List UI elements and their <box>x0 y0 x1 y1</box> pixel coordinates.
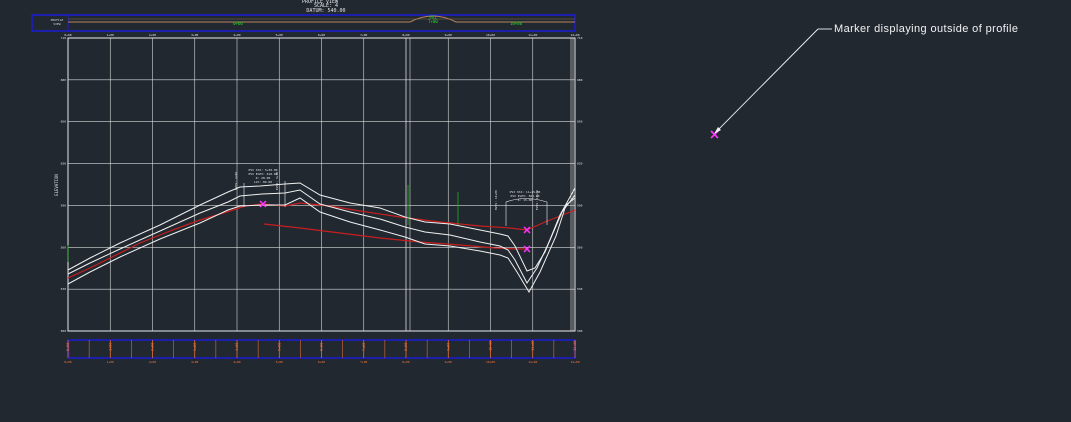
band-station-label: 12+00 <box>573 340 577 351</box>
station-label-bottom: 10+00 <box>486 360 495 364</box>
elevation-label-right: 620 <box>577 162 583 166</box>
callout-leader <box>714 28 832 134</box>
station-marker-lines <box>67 185 459 262</box>
svg-text:BVCS: 2+90: BVCS: 2+90 <box>234 172 238 190</box>
svg-text:10+80: 10+80 <box>510 21 523 26</box>
top-plan-band: PROFILE VIEW 0+60 PVI 7+00 10+80 <box>31 14 576 32</box>
band-station-label: 9+00 <box>446 343 450 351</box>
elevation-label-left: 530 <box>61 287 67 291</box>
elevation-label-right: 680 <box>577 78 583 82</box>
band-station-label: 1+00 <box>108 343 112 351</box>
station-label-bottom: 7+00 <box>360 360 367 364</box>
station-label-top: 2+00 <box>149 33 156 37</box>
station-label-top: 9+00 <box>445 33 452 37</box>
elevation-label-right: 650 <box>577 120 583 124</box>
station-label-top: 8+00 <box>402 33 409 37</box>
elevation-label-right: 710 <box>577 36 583 40</box>
datum-label: DATUM: 540.00 <box>306 8 345 14</box>
station-label-bottom: 4+00 <box>233 360 240 364</box>
elevation-label-left: 710 <box>61 36 67 40</box>
svg-text:VIEW: VIEW <box>53 22 60 26</box>
y-axis-label: ELEVATION <box>54 174 59 196</box>
band-station-label: 11+00 <box>531 340 535 351</box>
station-label-bottom: 1+00 <box>107 360 114 364</box>
station-label-bottom: 5+00 <box>276 360 283 364</box>
elevation-label-right: 530 <box>577 287 583 291</box>
svg-text:0+60: 0+60 <box>233 21 243 26</box>
station-label-top: 3+00 <box>191 33 198 37</box>
bottom-station-band: 0+00 0+00 1+00 1+00 2+00 2+00 3+00 3+00 4+00 4+00… <box>64 339 580 364</box>
svg-text:7+00: 7+00 <box>428 19 438 24</box>
band-station-label: 7+00 <box>362 343 366 351</box>
svg-text:EVCS: 3+70: EVCS: 3+70 <box>275 172 279 190</box>
elevation-label-left: 680 <box>61 78 67 82</box>
band-station-label: 8+00 <box>404 343 408 351</box>
station-label-bottom: 12+00 <box>570 360 579 364</box>
band-station-label: 4+00 <box>235 343 239 351</box>
station-ticks-top: 0+00 1+00 2+00 3+00 4+00 5+00 6+00 7+00 8+00 9+00… <box>64 33 579 37</box>
station-label-bottom: 9+00 <box>445 360 452 364</box>
band-station-label: 0+00 <box>66 343 70 351</box>
svg-text:LVC: 80.00: LVC: 80.00 <box>254 180 272 184</box>
pvi-labels-right: PVI STA: 11+25.00 PVI ELEV: 565.00 K: 15… <box>494 190 548 226</box>
station-label-bottom: 6+00 <box>318 360 325 364</box>
station-label-top: 4+00 <box>233 33 240 37</box>
elevation-label-right: 590 <box>577 203 583 207</box>
band-station-label: 10+00 <box>489 340 493 351</box>
station-label-bottom: 3+00 <box>191 360 198 364</box>
profile-grid <box>67 37 576 332</box>
elevation-label-left: 620 <box>61 162 67 166</box>
elevation-label-left: 560 <box>61 245 67 249</box>
band-station-label: 6+00 <box>320 343 324 351</box>
elevation-label-right: 500 <box>577 329 583 333</box>
station-label-top: 5+00 <box>276 33 283 37</box>
station-label-top: 1+00 <box>107 33 114 37</box>
profile-drawing[interactable]: PROFILE VIEW SCALE: 4 DATUM: 540.00 PROF… <box>0 0 1071 418</box>
pvi-labels-left: PVI STA: 3+30.00 PVI ELEV: 610.00 K: 28.… <box>234 168 286 207</box>
elevation-label-left: 590 <box>61 203 67 207</box>
station-label-bottom: 11+00 <box>528 360 537 364</box>
svg-text:BVCS: 10+80: BVCS: 10+80 <box>494 190 498 210</box>
elevation-label-left: 650 <box>61 120 67 124</box>
elevation-label-right: 560 <box>577 245 583 249</box>
cad-viewport[interactable]: PROFILE VIEW SCALE: 4 DATUM: 540.00 PROF… <box>0 0 1071 418</box>
station-label-top: 7+00 <box>360 33 367 37</box>
band-station-label: 5+00 <box>277 343 281 351</box>
station-label-top: 11+00 <box>528 33 537 37</box>
station-label-bottom: 8+00 <box>402 360 409 364</box>
band-station-label: 3+00 <box>193 343 197 351</box>
elevation-label-left: 500 <box>61 329 67 333</box>
station-label-top: 6+00 <box>318 33 325 37</box>
station-label-bottom: 0+00 <box>64 360 71 364</box>
station-label-top: 10+00 <box>486 33 495 37</box>
callout-annotation-text: Marker displaying outside of profile <box>834 23 1019 35</box>
band-station-label: 2+00 <box>151 343 155 351</box>
station-label-bottom: 2+00 <box>149 360 156 364</box>
